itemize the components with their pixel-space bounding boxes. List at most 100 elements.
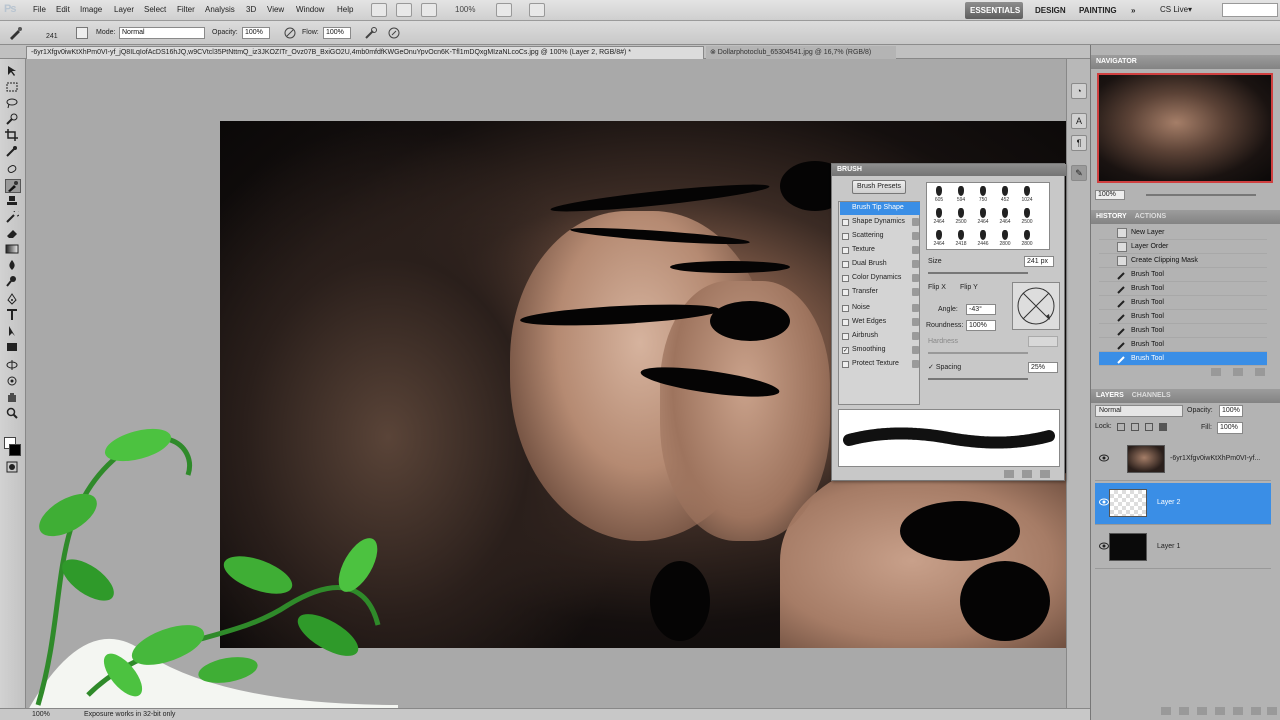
extras-icon[interactable] (421, 3, 437, 17)
brush-tip[interactable]: 2464 (929, 206, 949, 228)
hand-tool-icon[interactable] (5, 391, 21, 405)
adjustment-layer-icon[interactable] (1215, 707, 1225, 715)
brush-panel-title[interactable]: BRUSH (832, 164, 1066, 176)
tab-history[interactable]: HISTORY (1096, 213, 1127, 220)
dodge-tool-icon[interactable] (5, 275, 21, 289)
checkbox[interactable] (842, 333, 849, 340)
brush-option-shape-dynamics[interactable]: Shape Dynamics (840, 216, 920, 229)
workspace-painting[interactable]: PAINTING (1074, 2, 1122, 19)
workspace-more[interactable]: » (1126, 2, 1140, 19)
brush-tip[interactable]: 2418 (951, 228, 971, 250)
menu-file[interactable]: File (33, 5, 46, 14)
brush-tip[interactable]: 2800 (1017, 228, 1037, 250)
menu-image[interactable]: Image (80, 5, 102, 14)
brush-tip[interactable]: 1024 (1017, 184, 1037, 206)
checkbox[interactable] (842, 233, 849, 240)
checkbox[interactable] (842, 275, 849, 282)
eyedropper-tool-icon[interactable] (5, 145, 21, 159)
brush-option-noise[interactable]: Noise (840, 302, 920, 315)
spacing-field[interactable]: 25% (1028, 362, 1058, 373)
new-document-from-state-icon[interactable] (1211, 368, 1221, 376)
menu-layer[interactable]: Layer (114, 5, 134, 14)
lock-icon[interactable] (912, 318, 919, 326)
tab-channels[interactable]: CHANNELS (1132, 392, 1171, 399)
visibility-eye-icon[interactable] (1099, 542, 1109, 550)
brush-option-dual-brush[interactable]: Dual Brush (840, 258, 920, 271)
checkbox-checked[interactable]: ✓ (842, 347, 849, 354)
clone-stamp-tool-icon[interactable] (5, 195, 21, 209)
link-layers-icon[interactable] (1161, 707, 1171, 715)
layer-style-icon[interactable] (1179, 707, 1189, 715)
lock-icon[interactable] (912, 360, 919, 368)
size-field[interactable]: 241 px (1024, 256, 1054, 267)
airbrush-icon[interactable] (364, 26, 378, 40)
workspace-essentials[interactable]: ESSENTIALS (965, 2, 1023, 19)
menu-window[interactable]: Window (296, 5, 324, 14)
new-brush-icon[interactable] (1022, 470, 1032, 478)
lock-image-icon[interactable] (1131, 423, 1139, 431)
blur-tool-icon[interactable] (5, 259, 21, 273)
menu-analysis[interactable]: Analysis (205, 5, 235, 14)
3d-camera-tool-icon[interactable] (5, 375, 21, 389)
brush-size-readout[interactable]: 241 (46, 33, 58, 40)
roundness-field[interactable]: 100% (966, 320, 996, 331)
lock-icon[interactable] (912, 274, 919, 282)
brush-option-tip-shape[interactable]: Brush Tip Shape (840, 202, 920, 215)
history-brush-tool-icon[interactable] (5, 211, 21, 225)
layer-opacity-field[interactable]: 100% (1219, 405, 1243, 417)
new-layer-icon[interactable] (1251, 707, 1261, 715)
history-item-selected[interactable]: Brush Tool (1099, 352, 1267, 366)
history-item[interactable]: Create Clipping Mask (1099, 254, 1267, 268)
history-item[interactable]: Brush Tool (1099, 310, 1267, 324)
delete-layer-icon[interactable] (1267, 707, 1277, 715)
lasso-tool-icon[interactable] (5, 97, 21, 111)
history-item[interactable]: New Layer (1099, 226, 1267, 240)
eraser-tool-icon[interactable] (5, 227, 21, 241)
angle-field[interactable]: -43° (966, 304, 996, 315)
crop-tool-icon[interactable] (5, 129, 21, 143)
checkbox[interactable] (842, 319, 849, 326)
lock-icon[interactable] (912, 218, 919, 226)
menu-3d[interactable]: 3D (246, 5, 256, 14)
visibility-eye-icon[interactable] (1099, 498, 1109, 506)
new-snapshot-icon[interactable] (1233, 368, 1243, 376)
search-input[interactable] (1222, 3, 1278, 17)
brush-angle-widget[interactable] (1012, 282, 1060, 330)
move-tool-icon[interactable] (5, 65, 21, 79)
cs-live[interactable]: CS Live▾ (1160, 5, 1192, 14)
brush-option-smoothing[interactable]: ✓ Smoothing (840, 344, 920, 357)
shape-tool-icon[interactable] (5, 341, 21, 355)
visibility-eye-icon[interactable] (1099, 454, 1109, 462)
tab-actions[interactable]: ACTIONS (1135, 213, 1167, 220)
path-select-tool-icon[interactable] (5, 325, 21, 339)
character-panel-icon[interactable]: A (1071, 113, 1087, 129)
opacity-field[interactable]: 100% (242, 27, 270, 39)
history-panel-icon[interactable]: ◔ (1071, 83, 1087, 99)
screen-mode-icon[interactable] (529, 3, 545, 17)
flip-x-checkbox[interactable]: Flip X (928, 284, 946, 291)
menu-filter[interactable]: Filter (177, 5, 195, 14)
lock-transparent-icon[interactable] (1117, 423, 1125, 431)
checkbox[interactable] (842, 361, 849, 368)
arrange-icon[interactable] (496, 3, 512, 17)
history-item[interactable]: Brush Tool (1099, 268, 1267, 282)
healing-brush-tool-icon[interactable] (5, 163, 21, 177)
spacing-checkbox[interactable]: ✓ Spacing (928, 363, 961, 371)
history-item[interactable]: Brush Tool (1099, 338, 1267, 352)
fill-field[interactable]: 100% (1217, 422, 1243, 434)
layer-name[interactable]: Layer 2 (1157, 499, 1180, 506)
brush-tip[interactable]: 605 (929, 184, 949, 206)
trash-icon[interactable] (1255, 368, 1265, 376)
foreground-color-swatch[interactable] (9, 444, 21, 456)
brush-option-wet-edges[interactable]: Wet Edges (840, 316, 920, 329)
checkbox[interactable] (842, 289, 849, 296)
history-item[interactable]: Layer Order (1099, 240, 1267, 254)
lock-icon[interactable] (912, 246, 919, 254)
checkbox[interactable] (842, 247, 849, 254)
menu-help[interactable]: Help (337, 5, 353, 14)
lock-icon[interactable] (912, 304, 919, 312)
brush-option-color-dynamics[interactable]: Color Dynamics (840, 272, 920, 285)
brush-option-transfer[interactable]: Transfer (840, 286, 920, 299)
layer-row[interactable]: -6yr1Xfgv0iwKtXhPm0VI-yf... (1095, 439, 1271, 481)
toggle-preview-icon[interactable] (1004, 470, 1014, 478)
